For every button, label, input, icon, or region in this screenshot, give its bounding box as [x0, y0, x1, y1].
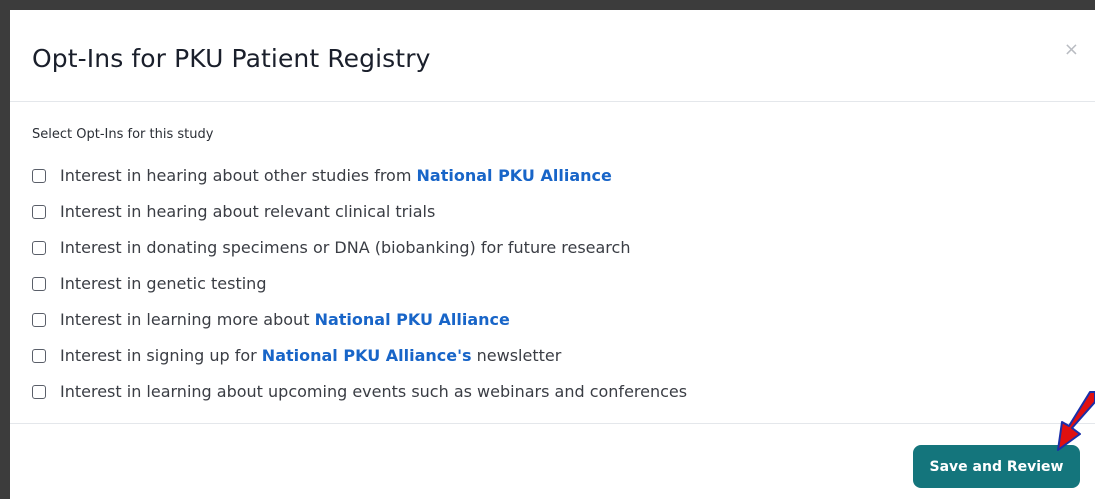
optin-item-learn-more: Interest in learning more about National… [32, 302, 687, 338]
national-pku-alliance-link[interactable]: National PKU Alliance's [262, 346, 472, 365]
optin-checkbox[interactable] [32, 241, 46, 255]
optin-checkbox[interactable] [32, 277, 46, 291]
modal-header: Opt-Ins for PKU Patient Registry × [10, 10, 1095, 102]
optin-label[interactable]: Interest in donating specimens or DNA (b… [60, 238, 630, 258]
section-label: Select Opt-Ins for this study [32, 127, 214, 142]
optin-label[interactable]: Interest in learning more about National… [60, 310, 510, 330]
modal-title: Opt-Ins for PKU Patient Registry [32, 44, 431, 73]
modal-body: Select Opt-Ins for this study Interest i… [10, 102, 1095, 424]
close-icon[interactable]: × [1064, 40, 1079, 60]
optin-item-newsletter: Interest in signing up for National PKU … [32, 338, 687, 374]
optin-item-events: Interest in learning about upcoming even… [32, 374, 687, 410]
optin-checkbox[interactable] [32, 169, 46, 183]
red-arrow-annotation-icon [1057, 391, 1095, 451]
optin-label[interactable]: Interest in genetic testing [60, 274, 266, 294]
optin-label[interactable]: Interest in hearing about relevant clini… [60, 202, 435, 222]
optin-item-other-studies: Interest in hearing about other studies … [32, 158, 687, 194]
optin-label[interactable]: Interest in hearing about other studies … [60, 166, 612, 186]
optin-checkbox[interactable] [32, 313, 46, 327]
optin-checkbox[interactable] [32, 349, 46, 363]
optin-item-clinical-trials: Interest in hearing about relevant clini… [32, 194, 687, 230]
optin-list: Interest in hearing about other studies … [32, 158, 687, 410]
optin-label[interactable]: Interest in learning about upcoming even… [60, 382, 687, 402]
optin-item-biobanking: Interest in donating specimens or DNA (b… [32, 230, 687, 266]
national-pku-alliance-link[interactable]: National PKU Alliance [315, 310, 510, 329]
opt-ins-modal: Opt-Ins for PKU Patient Registry × Selec… [10, 10, 1095, 499]
optin-checkbox[interactable] [32, 205, 46, 219]
optin-label[interactable]: Interest in signing up for National PKU … [60, 346, 561, 366]
modal-footer: Save and Review [10, 424, 1095, 499]
optin-item-genetic-testing: Interest in genetic testing [32, 266, 687, 302]
national-pku-alliance-link[interactable]: National PKU Alliance [417, 166, 612, 185]
optin-checkbox[interactable] [32, 385, 46, 399]
